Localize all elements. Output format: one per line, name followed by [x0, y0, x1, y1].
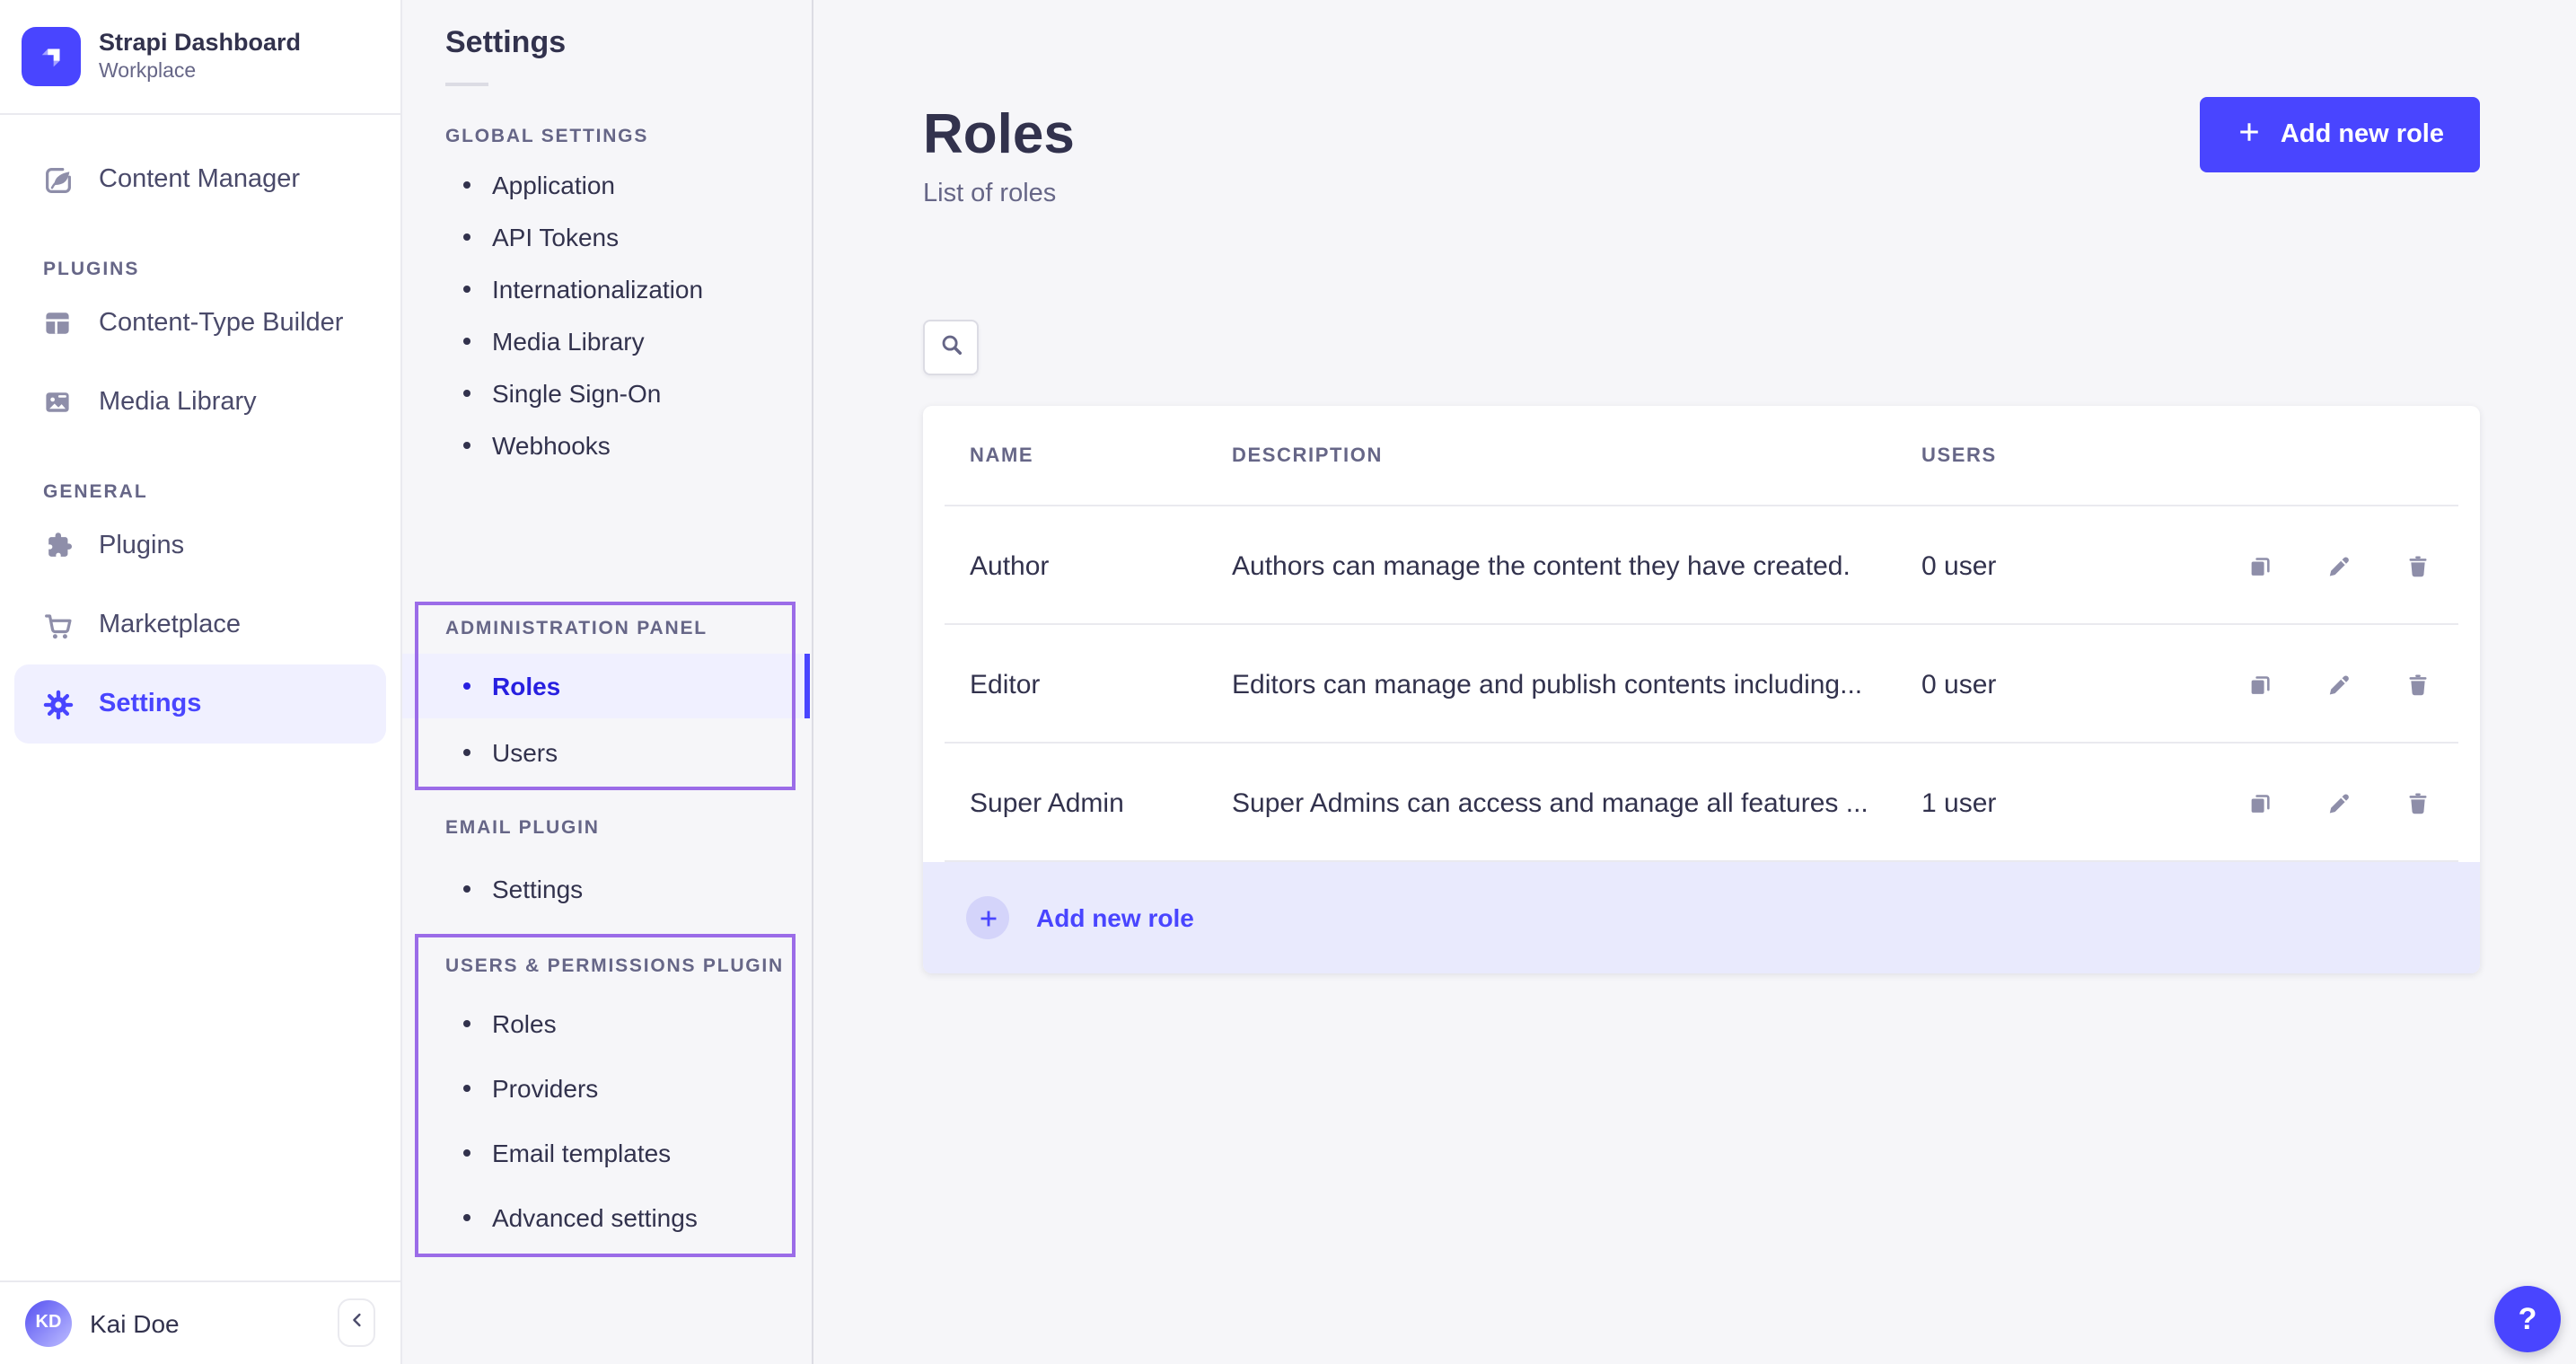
main-content: Roles List of roles Add new role NAME DE… [813, 0, 2576, 1364]
duplicate-role-button[interactable] [2243, 550, 2275, 582]
plus-icon [2236, 118, 2263, 152]
sidebar-item-content-manager[interactable]: Content Manager [14, 140, 386, 219]
sidebar-item-label: Marketplace [99, 611, 241, 639]
marketplace-cart-icon [40, 607, 75, 643]
app-window: Strapi Dashboard Workplace Content Manag… [0, 0, 2576, 1364]
search-button[interactable] [923, 320, 979, 375]
table-row[interactable]: Editor Editors can manage and publish co… [923, 625, 2480, 744]
duplicate-icon [2244, 788, 2274, 818]
settings-subnav: Settings GLOBAL SETTINGS Application API… [402, 0, 813, 1364]
sidebar-item-label: Plugins [99, 532, 184, 560]
table-row[interactable]: Super Admin Super Admins can access and … [923, 744, 2480, 862]
column-header-name: NAME [970, 406, 1033, 506]
media-library-icon [40, 384, 75, 420]
collapse-sidebar-button[interactable] [338, 1298, 375, 1347]
chevron-left-icon [346, 1309, 367, 1336]
sidebar-item-media-library[interactable]: Media Library [14, 363, 386, 442]
add-new-role-button[interactable]: Add new role [2200, 97, 2480, 172]
subnav-item-roles-admin[interactable]: Roles [402, 654, 808, 718]
main-sidebar: Strapi Dashboard Workplace Content Manag… [0, 0, 402, 1364]
subnav-title: Settings [445, 25, 566, 61]
roles-table: NAME DESCRIPTION USERS Author Authors ca… [923, 406, 2480, 973]
sidebar-nav: Content Manager PLUGINS Content-Type Bui… [0, 115, 400, 744]
sidebar-item-content-type-builder[interactable]: Content-Type Builder [14, 284, 386, 363]
edit-role-button[interactable] [2322, 550, 2354, 582]
table-header: NAME DESCRIPTION USERS [923, 406, 2480, 506]
duplicate-role-button[interactable] [2243, 668, 2275, 700]
pencil-icon [2323, 788, 2353, 818]
pencil-icon [2323, 669, 2353, 700]
sidebar-item-label: Content Manager [99, 165, 300, 194]
subnav-item-internationalization[interactable]: Internationalization [402, 262, 808, 314]
sidebar-item-marketplace[interactable]: Marketplace [14, 585, 386, 664]
delete-role-button[interactable] [2401, 668, 2433, 700]
role-users-count: 0 user [1921, 625, 1996, 744]
workspace-name: Workplace [99, 59, 301, 85]
role-name: Author [970, 506, 1049, 625]
sidebar-user-footer: KD Kai Doe [0, 1280, 400, 1364]
plus-circle-icon [966, 896, 1009, 939]
subnav-section-global-settings: GLOBAL SETTINGS [445, 126, 648, 147]
sidebar-item-settings[interactable]: Settings [14, 664, 386, 744]
page-title: Roles [923, 102, 1075, 167]
column-header-description: DESCRIPTION [1232, 406, 1383, 506]
subnav-item-advanced-settings[interactable]: Advanced settings [402, 1185, 808, 1250]
subnav-item-providers[interactable]: Providers [402, 1056, 808, 1121]
avatar[interactable]: KD [25, 1299, 72, 1346]
sidebar-item-label: Settings [99, 690, 201, 718]
subnav-item-media-library[interactable]: Media Library [402, 314, 808, 366]
trash-icon [2402, 669, 2432, 700]
plugins-puzzle-icon [40, 528, 75, 564]
column-header-users: USERS [1921, 406, 1997, 506]
app-title: Strapi Dashboard [99, 29, 301, 59]
subnav-section-users-permissions-plugin: USERS & PERMISSIONS PLUGIN [445, 955, 784, 977]
search-icon [936, 330, 965, 365]
subnav-item-webhooks[interactable]: Webhooks [402, 418, 808, 471]
delete-role-button[interactable] [2401, 550, 2433, 582]
settings-gear-icon [40, 686, 75, 722]
duplicate-icon [2244, 669, 2274, 700]
subnav-item-email-settings[interactable]: Settings [402, 857, 808, 921]
role-name: Editor [970, 625, 1040, 744]
add-new-role-row[interactable]: Add new role [923, 862, 2480, 973]
add-new-role-row-label: Add new role [1036, 903, 1194, 932]
subnav-item-single-sign-on[interactable]: Single Sign-On [402, 366, 808, 418]
edit-role-button[interactable] [2322, 787, 2354, 819]
help-button[interactable]: ? [2494, 1286, 2561, 1352]
subnav-item-users[interactable]: Users [402, 720, 808, 785]
subnav-section-email-plugin: EMAIL PLUGIN [445, 817, 600, 839]
table-row[interactable]: Author Authors can manage the content th… [923, 506, 2480, 625]
strapi-logo-icon [22, 27, 81, 86]
workspace-brand[interactable]: Strapi Dashboard Workplace [0, 0, 400, 115]
content-manager-icon [40, 162, 75, 198]
role-name: Super Admin [970, 744, 1124, 862]
sidebar-item-label: Media Library [99, 388, 257, 417]
sidebar-item-plugins[interactable]: Plugins [14, 506, 386, 585]
subnav-item-roles-up[interactable]: Roles [402, 991, 808, 1056]
duplicate-role-button[interactable] [2243, 787, 2275, 819]
role-description: Editors can manage and publish contents … [1232, 625, 1862, 744]
duplicate-icon [2244, 550, 2274, 581]
sidebar-section-plugins: PLUGINS [0, 255, 400, 284]
page-subtitle: List of roles [923, 180, 1056, 208]
subnav-section-administration-panel: ADMINISTRATION PANEL [445, 618, 708, 639]
sidebar-section-general: GENERAL [0, 478, 400, 506]
subnav-item-email-templates[interactable]: Email templates [402, 1121, 808, 1185]
role-users-count: 1 user [1921, 744, 1996, 862]
delete-role-button[interactable] [2401, 787, 2433, 819]
content-type-builder-icon [40, 305, 75, 341]
user-name: Kai Doe [90, 1308, 320, 1337]
subnav-item-application[interactable]: Application [402, 158, 808, 210]
edit-role-button[interactable] [2322, 668, 2354, 700]
subnav-item-api-tokens[interactable]: API Tokens [402, 210, 808, 262]
role-description: Super Admins can access and manage all f… [1232, 744, 1868, 862]
pencil-icon [2323, 550, 2353, 581]
trash-icon [2402, 788, 2432, 818]
subnav-divider [445, 83, 488, 86]
sidebar-item-label: Content-Type Builder [99, 309, 343, 338]
trash-icon [2402, 550, 2432, 581]
role-users-count: 0 user [1921, 506, 1996, 625]
role-description: Authors can manage the content they have… [1232, 506, 1851, 625]
